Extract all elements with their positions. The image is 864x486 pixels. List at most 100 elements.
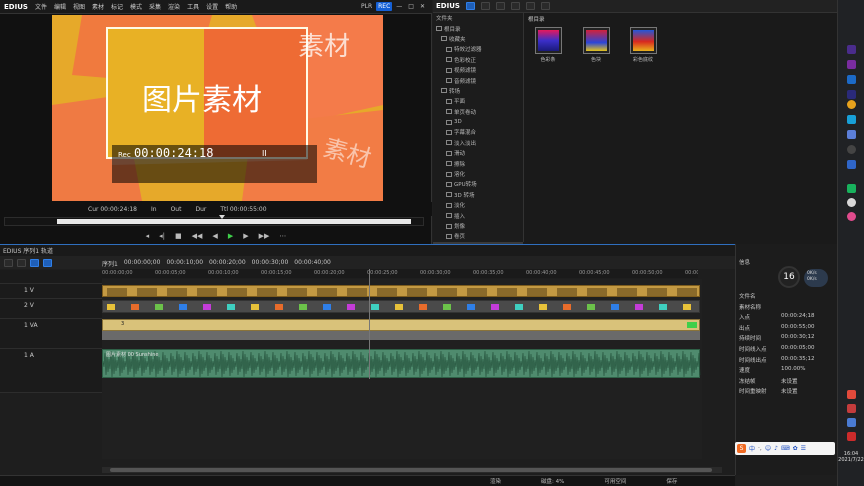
audio-clip[interactable] <box>102 349 701 378</box>
app-icon-misc[interactable] <box>847 198 856 207</box>
track-header-1a[interactable]: 1 A <box>0 349 102 393</box>
tray-icon-shield[interactable] <box>847 418 856 427</box>
timeline-ruler[interactable]: 00:00:00;00 00:00:05;00 00:00:10;00 00:00:1… <box>102 269 698 278</box>
taskbar-clock[interactable]: 16:04 2021/7/22 <box>838 451 864 463</box>
menu-settings[interactable]: 设置 <box>206 2 218 11</box>
tree-item[interactable]: 视频滤镜 <box>433 65 523 75</box>
timeline-mode-icon[interactable] <box>4 258 13 267</box>
tree-item[interactable]: 淡入淡出 <box>433 138 523 148</box>
step-back-icon[interactable]: ◀ <box>212 232 217 240</box>
transition-clip-strip[interactable] <box>102 300 700 313</box>
folder-view-icon[interactable] <box>465 2 475 10</box>
app-icon-editor[interactable] <box>847 90 856 99</box>
menu-clip[interactable]: 素材 <box>92 2 104 11</box>
maximize-icon[interactable]: □ <box>406 2 416 11</box>
menu-render[interactable]: 渲染 <box>168 2 180 11</box>
tree-item[interactable]: 特效过滤器 <box>433 44 523 54</box>
app-icon-settings[interactable] <box>847 145 856 154</box>
menu-help[interactable]: 帮助 <box>225 2 237 11</box>
app-icon-explorer[interactable] <box>847 160 856 169</box>
ripple-icon[interactable] <box>43 258 52 267</box>
tree-item[interactable]: 3D <box>433 117 523 127</box>
app-icon-chrome[interactable] <box>847 100 856 109</box>
tree-item[interactable]: 字幕混合 <box>433 127 523 137</box>
scrollbar-thumb[interactable] <box>110 468 712 472</box>
timeline-cursor[interactable] <box>369 269 370 379</box>
ime-skin-icon[interactable]: ✿ <box>793 445 798 452</box>
menu-capture[interactable]: 采集 <box>149 2 161 11</box>
minimize-icon[interactable]: — <box>394 2 404 11</box>
tree-item[interactable]: 转场 <box>433 86 523 96</box>
app-icon-edius-active[interactable] <box>847 184 856 193</box>
seek-playhead[interactable] <box>219 215 225 219</box>
step-forward-icon[interactable]: ▶ <box>243 232 248 240</box>
tray-icon-b[interactable] <box>847 404 856 413</box>
tree-item[interactable]: 收藏夹 <box>433 34 523 44</box>
tree-item[interactable]: 单页卷动 <box>433 107 523 117</box>
tree-item[interactable]: 色彩校正 <box>433 55 523 65</box>
play-icon[interactable]: ▶ <box>228 232 233 240</box>
search-icon[interactable] <box>495 2 505 10</box>
va-clip[interactable]: 3 <box>102 319 700 331</box>
ime-emoji-icon[interactable]: ☺ <box>765 445 771 452</box>
tree-item[interactable]: 擦除 <box>433 158 523 168</box>
tree-item[interactable]: 平面 <box>433 96 523 106</box>
tree-item[interactable]: 溶化 <box>433 169 523 179</box>
ime-punct-icon[interactable]: ·, <box>758 445 762 452</box>
ime-mic-icon[interactable]: ♪ <box>774 445 778 452</box>
ime-chinese-icon[interactable]: 中 <box>749 444 755 453</box>
menu-file[interactable]: 文件 <box>35 2 47 11</box>
clip-thumb-color-matte[interactable] <box>583 27 610 54</box>
tab-marker[interactable]: 00:00:30;00 <box>252 259 289 268</box>
tree-item[interactable]: 淡化 <box>433 200 523 210</box>
tab-marker[interactable]: 00:00:20;00 <box>209 259 246 268</box>
up-folder-icon[interactable] <box>480 2 490 10</box>
tray-icon-a[interactable] <box>847 390 856 399</box>
seek-track[interactable] <box>57 219 411 224</box>
set-out-icon[interactable]: ◂| <box>159 232 165 240</box>
close-icon[interactable]: ✕ <box>418 2 427 11</box>
app-icon-network[interactable] <box>847 115 856 124</box>
video-preview[interactable]: 素材 素材 图片素材 Rec 00:00:24:18 II <box>52 15 383 201</box>
timeline-scrollbar[interactable] <box>102 467 722 473</box>
add-clip-icon[interactable] <box>510 2 520 10</box>
track-header-1va[interactable]: 1 VA <box>0 319 102 349</box>
app-icon-music[interactable] <box>847 75 856 84</box>
track-header-1v[interactable]: 1 V <box>0 284 102 299</box>
sync-lock-icon[interactable] <box>30 258 39 267</box>
menu-view[interactable]: 视图 <box>73 2 85 11</box>
rewind-icon[interactable]: ◀◀ <box>192 232 203 240</box>
clip-thumb-pattern[interactable] <box>630 27 657 54</box>
ime-keyboard-icon[interactable]: ⌨ <box>781 445 790 452</box>
menu-edit[interactable]: 编辑 <box>54 2 66 11</box>
tab-marker[interactable]: 00:00:40;00 <box>294 259 331 268</box>
va-clip-audio-bar[interactable] <box>102 331 700 340</box>
menu-mode[interactable]: 模式 <box>130 2 142 11</box>
fast-forward-icon[interactable]: ▶▶ <box>259 232 270 240</box>
tree-item[interactable]: 音频滤镜 <box>433 75 523 85</box>
app-icon-photos[interactable] <box>847 212 856 221</box>
ime-toolbar[interactable]: S 中 ·, ☺ ♪ ⌨ ✿ ☰ <box>735 442 835 455</box>
clip-thumb-color-bars[interactable] <box>535 27 562 54</box>
plr-button[interactable]: PLR <box>359 2 374 11</box>
tree-item[interactable]: 滑动 <box>433 148 523 158</box>
app-icon-ae[interactable] <box>847 130 856 139</box>
tree-item[interactable]: 划像 <box>433 221 523 231</box>
ime-menu-icon[interactable]: ☰ <box>801 445 806 452</box>
app-icon-premiere[interactable] <box>847 45 856 54</box>
track-header-2v[interactable]: 2 V <box>0 299 102 319</box>
more-icon[interactable]: ⋯ <box>279 232 286 240</box>
set-in-icon[interactable]: ◂ <box>146 232 150 240</box>
rec-button[interactable]: REC <box>376 2 393 11</box>
tree-item[interactable]: 卷页 <box>433 231 523 241</box>
video-clip-strip[interactable] <box>102 285 700 297</box>
tab-sequence[interactable]: 序列1 <box>102 259 118 268</box>
tree-item[interactable]: 3D 转场 <box>433 190 523 200</box>
stop-icon[interactable]: ■ <box>175 232 182 240</box>
tree-item[interactable]: 插入 <box>433 210 523 220</box>
tree-item[interactable]: 根目录 <box>433 23 523 33</box>
app-icon-effects[interactable] <box>847 60 856 69</box>
menu-tools[interactable]: 工具 <box>187 2 199 11</box>
player-seekbar[interactable] <box>4 215 424 226</box>
tree-item[interactable]: GPU转场 <box>433 179 523 189</box>
